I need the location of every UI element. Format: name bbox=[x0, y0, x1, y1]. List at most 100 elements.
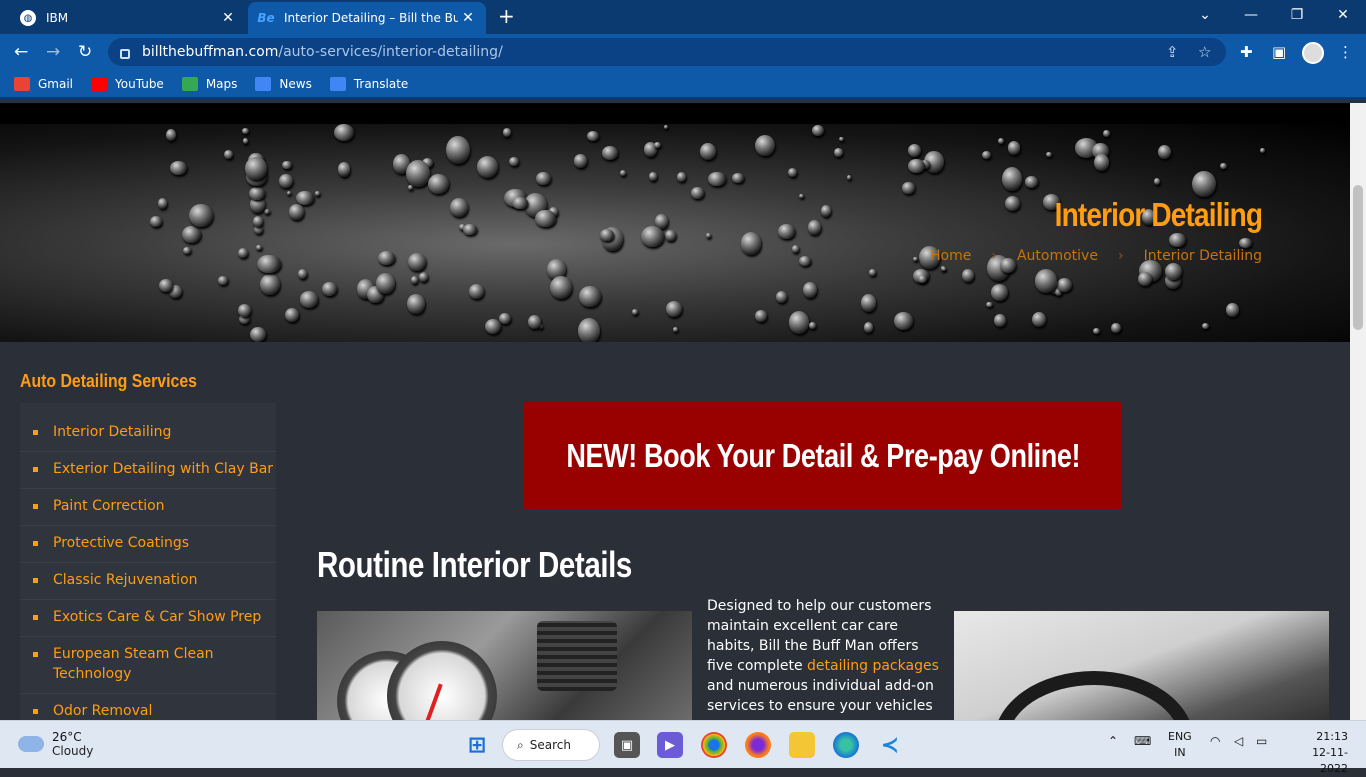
water-drop bbox=[640, 225, 664, 248]
minimize-icon[interactable]: — bbox=[1228, 0, 1274, 30]
water-drop bbox=[502, 128, 511, 137]
bookmark-news[interactable]: News bbox=[255, 76, 312, 91]
water-drop bbox=[731, 172, 744, 183]
book-online-button[interactable]: NEW! Book Your Detail & Pre-pay Online! bbox=[524, 402, 1122, 509]
water-drop bbox=[159, 279, 173, 293]
chrome-icon[interactable] bbox=[701, 732, 727, 758]
keyboard-icon[interactable]: ⌨ bbox=[1134, 734, 1151, 748]
water-drop bbox=[217, 276, 229, 285]
weather-widget[interactable]: 26°C Cloudy bbox=[18, 730, 93, 758]
water-drop bbox=[775, 291, 787, 303]
water-drop bbox=[286, 190, 291, 195]
side-panel-icon[interactable]: ▣ bbox=[1272, 43, 1286, 61]
water-drop bbox=[182, 225, 201, 244]
share-icon[interactable]: ⇪ bbox=[1166, 43, 1179, 61]
water-drop bbox=[690, 187, 705, 199]
news-icon bbox=[255, 76, 272, 91]
cloud-icon bbox=[18, 736, 44, 752]
back-icon[interactable]: ← bbox=[14, 42, 28, 62]
water-drop bbox=[299, 291, 319, 308]
vscode-icon[interactable]: ≺ bbox=[877, 732, 903, 758]
tab-ibm[interactable]: ◍ IBM ✕ bbox=[8, 2, 246, 34]
avatar[interactable] bbox=[1302, 42, 1324, 64]
tab-interior-detailing[interactable]: Be Interior Detailing – Bill the Buff M … bbox=[248, 2, 486, 34]
restore-icon[interactable]: ❐ bbox=[1274, 0, 1320, 30]
page-scrollbar[interactable] bbox=[1350, 103, 1366, 720]
system-clock[interactable]: 21:13 12-11-2022 bbox=[1288, 729, 1348, 777]
water-drop bbox=[868, 269, 876, 276]
water-drop bbox=[279, 174, 294, 189]
close-window-icon[interactable]: ✕ bbox=[1320, 0, 1366, 30]
menu-icon[interactable]: ⋮ bbox=[1338, 43, 1353, 61]
water-drop bbox=[798, 255, 811, 267]
maps-icon bbox=[181, 76, 198, 91]
address-bar[interactable]: billthebuffman.com/auto-services/interio… bbox=[108, 38, 1226, 66]
web-page: Interior Detailing Home › Automotive › I… bbox=[0, 103, 1350, 720]
file-explorer-icon[interactable] bbox=[789, 732, 815, 758]
sidebar-item-protective-coatings[interactable]: Protective Coatings bbox=[33, 533, 253, 553]
breadcrumb-home[interactable]: Home bbox=[930, 248, 971, 264]
reload-icon[interactable]: ↻ bbox=[78, 42, 92, 62]
weather-temp: 26°C bbox=[52, 730, 82, 744]
url-text[interactable]: billthebuffman.com/auto-services/interio… bbox=[142, 44, 503, 60]
water-drop bbox=[550, 275, 573, 299]
water-drop bbox=[189, 203, 213, 228]
water-drop bbox=[224, 149, 234, 159]
water-drop bbox=[1192, 170, 1216, 197]
task-view-icon[interactable]: ▣ bbox=[614, 732, 640, 758]
water-drop bbox=[334, 124, 355, 142]
sidebar-item-exotics-care[interactable]: Exotics Care & Car Show Prep bbox=[33, 607, 273, 627]
water-drop bbox=[418, 272, 428, 283]
water-drop bbox=[1169, 232, 1186, 248]
water-drop bbox=[407, 252, 427, 272]
extensions-icon[interactable]: ✚ bbox=[1240, 43, 1253, 61]
edge-icon[interactable] bbox=[833, 732, 859, 758]
water-drop bbox=[619, 170, 626, 177]
bookmark-translate[interactable]: Translate bbox=[329, 76, 408, 91]
breadcrumb-automotive[interactable]: Automotive bbox=[1017, 248, 1098, 264]
globe-icon: ◍ bbox=[20, 10, 36, 26]
sidebar-item-odor-removal[interactable]: Odor Removal bbox=[33, 701, 253, 720]
bookmarks-bar: Gmail YouTube Maps News Translate bbox=[0, 70, 1366, 100]
sidebar-item-european-steam-clean[interactable]: European Steam Clean Technology bbox=[33, 644, 223, 684]
water-drop bbox=[375, 273, 396, 295]
water-drop bbox=[908, 158, 926, 174]
battery-icon[interactable]: ▭ bbox=[1256, 734, 1267, 748]
scrollbar-thumb[interactable] bbox=[1353, 185, 1363, 330]
water-drop bbox=[406, 159, 430, 187]
water-drop bbox=[918, 275, 927, 284]
sidebar-item-classic-rejuvenation[interactable]: Classic Rejuvenation bbox=[33, 570, 253, 590]
water-drop bbox=[1094, 153, 1110, 171]
water-drop bbox=[982, 151, 992, 160]
water-drop bbox=[498, 313, 511, 324]
start-icon[interactable]: ⊞ bbox=[464, 732, 490, 758]
volume-icon[interactable]: ◁ bbox=[1234, 734, 1243, 748]
new-tab-button[interactable]: + bbox=[498, 6, 515, 26]
teams-chat-icon[interactable]: ▶ bbox=[657, 732, 683, 758]
water-drop bbox=[407, 184, 414, 190]
wifi-icon[interactable]: ◠ bbox=[1210, 734, 1220, 748]
bookmark-star-icon[interactable]: ☆ bbox=[1198, 43, 1211, 61]
close-tab-icon[interactable]: ✕ bbox=[458, 10, 478, 26]
water-drop bbox=[834, 148, 843, 158]
tray-chevron-icon[interactable]: ⌃ bbox=[1108, 734, 1118, 748]
sidebar-item-exterior-detailing[interactable]: Exterior Detailing with Clay Bar bbox=[33, 459, 283, 479]
input-language[interactable]: ENG IN bbox=[1168, 729, 1192, 761]
tab-search-icon[interactable]: ⌄ bbox=[1182, 0, 1228, 30]
firefox-icon[interactable] bbox=[745, 732, 771, 758]
hero-banner: Interior Detailing Home › Automotive › I… bbox=[0, 124, 1350, 342]
lock-icon[interactable] bbox=[120, 49, 130, 59]
detailing-packages-link[interactable]: detailing packages bbox=[807, 658, 939, 674]
forward-icon[interactable]: → bbox=[46, 42, 60, 62]
sidebar-item-paint-correction[interactable]: Paint Correction bbox=[33, 496, 253, 516]
water-drop bbox=[509, 156, 519, 166]
close-tab-icon[interactable]: ✕ bbox=[218, 10, 238, 26]
bookmark-youtube[interactable]: YouTube bbox=[91, 76, 164, 91]
search-icon: ⌕ bbox=[517, 737, 524, 752]
bookmark-gmail[interactable]: Gmail bbox=[14, 76, 73, 91]
water-drop bbox=[665, 229, 676, 242]
bookmark-maps[interactable]: Maps bbox=[181, 76, 237, 91]
taskbar-search[interactable]: ⌕ Search bbox=[502, 729, 600, 761]
water-drop bbox=[1007, 141, 1021, 155]
sidebar-item-interior-detailing[interactable]: Interior Detailing bbox=[33, 422, 253, 442]
